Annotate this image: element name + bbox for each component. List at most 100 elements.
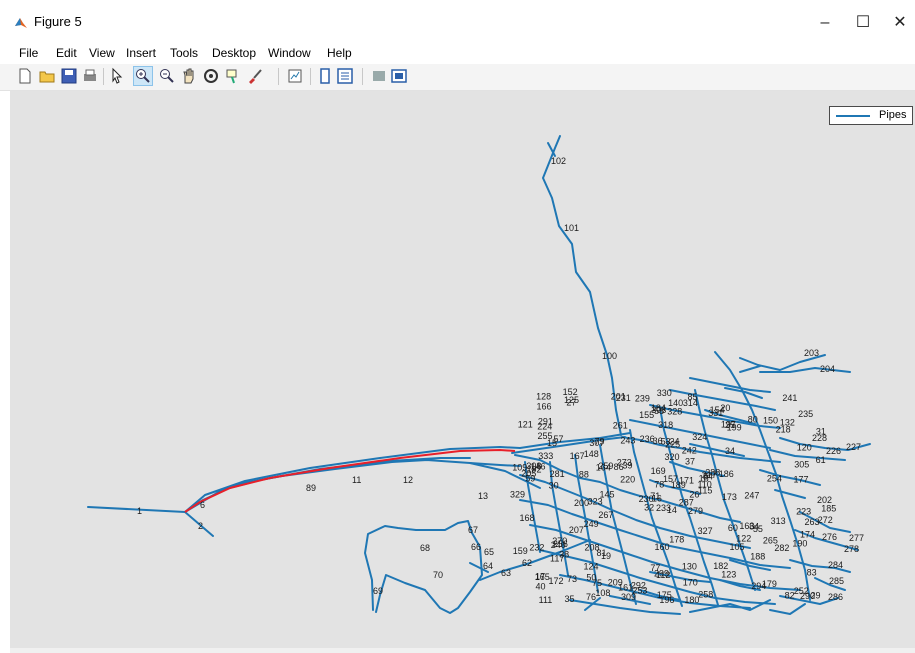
node-label: 199	[727, 422, 742, 432]
legend-pipe-swatch	[836, 115, 870, 117]
node-label: 235	[798, 409, 813, 419]
node-label: 170	[683, 577, 698, 587]
node-label: 267	[598, 510, 613, 520]
node-label: 69	[373, 586, 383, 596]
figure-window: Figure 5 – ☐ ✕ File Edit View Insert Too…	[0, 0, 915, 653]
node-label: 115	[698, 486, 712, 496]
node-label: 65	[484, 547, 494, 557]
node-label: 273	[617, 457, 632, 467]
pipe-segment	[774, 489, 806, 499]
node-label: 13	[478, 491, 488, 501]
node-label: 318	[658, 420, 673, 430]
pipe-segment	[87, 506, 214, 537]
node-label: 308	[526, 461, 541, 471]
node-label: 241	[782, 393, 797, 403]
node-label: 159	[513, 546, 528, 556]
node-label: 122	[736, 534, 751, 544]
node-label: 254	[767, 474, 782, 484]
node-label: 30	[549, 480, 559, 490]
node-label: 120	[797, 443, 812, 453]
node-label: 128	[536, 391, 551, 401]
node-label: 290	[800, 591, 815, 601]
node-label: 57	[554, 434, 564, 444]
node-label: 309	[621, 592, 636, 602]
highlighted-pipe	[184, 448, 516, 513]
node-label: 228	[812, 433, 827, 443]
node-label: 328	[667, 407, 682, 417]
node-label: 209	[608, 578, 623, 588]
node-label: 34	[725, 446, 735, 456]
node-label: 225	[665, 440, 680, 450]
node-label: 261	[613, 420, 628, 430]
legend-label: Pipes	[879, 109, 907, 121]
pipe-segment	[511, 436, 626, 454]
node-label: 124	[584, 561, 599, 571]
node-label: 66	[471, 542, 481, 552]
pipe-segment	[769, 603, 806, 615]
node-label: 163	[739, 521, 754, 531]
node-label: 61	[816, 455, 826, 465]
node-label: 11	[352, 475, 361, 485]
node-label: 281	[550, 469, 565, 479]
node-label: 177	[794, 474, 809, 484]
node-label: 232	[529, 543, 544, 553]
node-label: 292	[631, 581, 646, 591]
node-label: 6	[200, 500, 205, 510]
node-label: 166	[537, 401, 552, 411]
node-label: 173	[722, 492, 737, 502]
node-label: 73	[567, 574, 577, 584]
node-label: 68	[420, 543, 430, 553]
node-label: 243	[620, 436, 635, 446]
node-label: 320	[665, 452, 680, 462]
pipe-segment	[364, 520, 483, 614]
node-label: 67	[468, 525, 478, 535]
node-label: 189	[671, 480, 686, 490]
node-label: 239	[635, 394, 650, 404]
node-label: 284	[828, 560, 843, 570]
node-label: 160	[654, 542, 669, 552]
node-label: 180	[684, 595, 699, 605]
node-label: 286	[828, 592, 843, 602]
node-label: 272	[818, 515, 833, 525]
node-label: 203	[804, 348, 819, 358]
node-label: 294	[751, 581, 766, 591]
node-label: 190	[792, 539, 807, 549]
node-label: 282	[774, 543, 789, 553]
node-label: 101	[564, 223, 579, 233]
node-label: 169	[651, 466, 666, 476]
node-label: 172	[548, 576, 563, 586]
node-label: 258	[698, 590, 713, 600]
node-label: 249	[584, 519, 599, 529]
node-label: 230	[639, 494, 654, 504]
node-label: 165	[535, 572, 550, 582]
node-label: 202	[817, 495, 832, 505]
node-label: 188	[750, 551, 765, 561]
node-label: 278	[844, 544, 859, 554]
node-label: 277	[849, 533, 864, 543]
legend-box[interactable]: Pipes	[829, 106, 913, 125]
node-label: 307	[589, 438, 604, 448]
pipe-segment	[739, 365, 761, 373]
node-label: 329	[510, 489, 525, 499]
node-label: 70	[433, 570, 443, 580]
node-label: 88	[579, 470, 589, 480]
node-label: 242	[682, 446, 697, 456]
node-label: 111	[539, 595, 553, 605]
node-label: 60	[728, 523, 738, 533]
node-label: 196	[659, 595, 674, 605]
node-label: 223	[796, 506, 811, 516]
node-label: 323	[588, 497, 603, 507]
node-label: 236	[640, 434, 655, 444]
node-label: 270	[552, 536, 567, 546]
node-label: 208	[585, 542, 600, 552]
node-label: 259	[598, 461, 613, 471]
node-label: 327	[698, 526, 713, 536]
node-label: 148	[584, 449, 599, 459]
node-label: 12	[403, 475, 413, 485]
node-label: 35	[565, 594, 575, 604]
node-label: 80	[748, 415, 758, 425]
node-label: 117	[550, 554, 564, 564]
node-label: 226	[826, 446, 841, 456]
node-label: 1	[137, 506, 142, 516]
pipe-network-plot: 1268911 121314151617181920242526272930313…	[87, 135, 871, 615]
